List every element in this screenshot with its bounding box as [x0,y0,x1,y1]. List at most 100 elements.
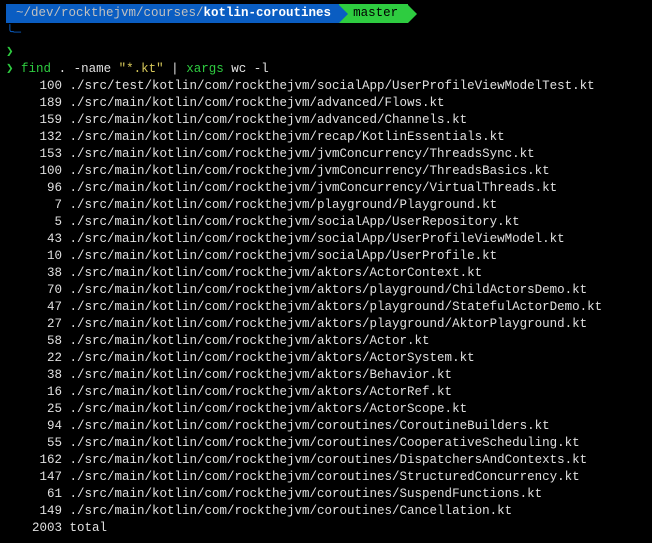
path-current-dir: kotlin-coroutines [204,6,332,20]
path-segment: ~/dev/rockthejvm/courses/kotlin-coroutin… [6,4,339,23]
output-line: 153 ./src/main/kotlin/com/rockthejvm/jvm… [6,146,646,163]
line-count: 70 [6,282,62,299]
line-count: 162 [6,452,62,469]
line-count: 153 [6,146,62,163]
total-count: 2003 [6,520,62,537]
line-count: 100 [6,78,62,95]
output-line: 70 ./src/main/kotlin/com/rockthejvm/akto… [6,282,646,299]
line-count: 5 [6,214,62,231]
file-path: ./src/main/kotlin/com/rockthejvm/aktors/… [62,385,452,399]
file-path: ./src/main/kotlin/com/rockthejvm/advance… [62,113,467,127]
line-count: 94 [6,418,62,435]
output-line: 162 ./src/main/kotlin/com/rockthejvm/cor… [6,452,646,469]
file-path: ./src/main/kotlin/com/rockthejvm/socialA… [62,249,497,263]
pipe-operator: | [171,62,179,76]
file-path: ./src/main/kotlin/com/rockthejvm/recap/K… [62,130,505,144]
line-count: 159 [6,112,62,129]
line-count: 27 [6,316,62,333]
line-count: 55 [6,435,62,452]
output-line: 100 ./src/main/kotlin/com/rockthejvm/jvm… [6,163,646,180]
file-path: ./src/main/kotlin/com/rockthejvm/corouti… [62,419,550,433]
command-flag: -l [254,62,269,76]
file-path: ./src/main/kotlin/com/rockthejvm/jvmConc… [62,181,557,195]
line-count: 7 [6,197,62,214]
output-line: 147 ./src/main/kotlin/com/rockthejvm/cor… [6,469,646,486]
output-line: 16 ./src/main/kotlin/com/rockthejvm/akto… [6,384,646,401]
file-path: ./src/main/kotlin/com/rockthejvm/jvmConc… [62,147,535,161]
line-count: 96 [6,180,62,197]
output-total-line: 2003 total [6,520,646,537]
file-path: ./src/main/kotlin/com/rockthejvm/aktors/… [62,334,430,348]
file-path: ./src/main/kotlin/com/rockthejvm/aktors/… [62,368,452,382]
command-flag: -name [74,62,112,76]
output-line: 47 ./src/main/kotlin/com/rockthejvm/akto… [6,299,646,316]
file-path: ./src/main/kotlin/com/rockthejvm/corouti… [62,436,580,450]
output-line: 7 ./src/main/kotlin/com/rockthejvm/playg… [6,197,646,214]
command-xargs: xargs [186,62,224,76]
file-path: ./src/main/kotlin/com/rockthejvm/corouti… [62,453,587,467]
output-line: 58 ./src/main/kotlin/com/rockthejvm/akto… [6,333,646,350]
output-line: 25 ./src/main/kotlin/com/rockthejvm/akto… [6,401,646,418]
output-line: 5 ./src/main/kotlin/com/rockthejvm/socia… [6,214,646,231]
output-line: 94 ./src/main/kotlin/com/rockthejvm/coro… [6,418,646,435]
prompt-continuation: ╰─ [6,25,646,42]
line-count: 16 [6,384,62,401]
file-path: ./src/main/kotlin/com/rockthejvm/jvmConc… [62,164,550,178]
shell-prompt: ~/dev/rockthejvm/courses/kotlin-coroutin… [6,4,646,23]
line-count: 132 [6,129,62,146]
file-path: ./src/main/kotlin/com/rockthejvm/socialA… [62,232,565,246]
line-count: 189 [6,95,62,112]
output-line: 61 ./src/main/kotlin/com/rockthejvm/coro… [6,486,646,503]
file-path: ./src/main/kotlin/com/rockthejvm/corouti… [62,470,580,484]
powerline-arrow-icon [408,5,417,23]
file-path: ./src/main/kotlin/com/rockthejvm/aktors/… [62,351,475,365]
file-path: ./src/main/kotlin/com/rockthejvm/aktors/… [62,266,482,280]
output-line: 189 ./src/main/kotlin/com/rockthejvm/adv… [6,95,646,112]
command-line[interactable]: ❯ find . -name "*.kt" | xargs wc -l [6,61,646,78]
prompt-char: ❯ [6,62,14,76]
line-count: 147 [6,469,62,486]
output-line: 159 ./src/main/kotlin/com/rockthejvm/adv… [6,112,646,129]
prompt-char: ❯ [6,45,14,59]
command-output: 100 ./src/test/kotlin/com/rockthejvm/soc… [6,78,646,520]
command-wc: wc [231,62,246,76]
command-find: find [21,62,51,76]
powerline-arrow-icon [339,5,348,23]
line-count: 25 [6,401,62,418]
line-count: 43 [6,231,62,248]
output-line: 100 ./src/test/kotlin/com/rockthejvm/soc… [6,78,646,95]
line-count: 61 [6,486,62,503]
git-branch-segment: master [339,4,408,23]
output-line: 96 ./src/main/kotlin/com/rockthejvm/jvmC… [6,180,646,197]
file-path: ./src/main/kotlin/com/rockthejvm/socialA… [62,215,520,229]
line-count: 10 [6,248,62,265]
file-path: ./src/main/kotlin/com/rockthejvm/aktors/… [62,402,467,416]
file-path: ./src/test/kotlin/com/rockthejvm/socialA… [62,79,595,93]
line-count: 149 [6,503,62,520]
line-count: 38 [6,265,62,282]
line-count: 22 [6,350,62,367]
output-line: 38 ./src/main/kotlin/com/rockthejvm/akto… [6,367,646,384]
output-line: 38 ./src/main/kotlin/com/rockthejvm/akto… [6,265,646,282]
file-path: ./src/main/kotlin/com/rockthejvm/advance… [62,96,445,110]
output-line: 43 ./src/main/kotlin/com/rockthejvm/soci… [6,231,646,248]
line-count: 38 [6,367,62,384]
file-path: ./src/main/kotlin/com/rockthejvm/aktors/… [62,300,602,314]
line-count: 58 [6,333,62,350]
output-line: 132 ./src/main/kotlin/com/rockthejvm/rec… [6,129,646,146]
file-path: ./src/main/kotlin/com/rockthejvm/corouti… [62,487,542,501]
path-prefix: ~/dev/rockthejvm/courses/ [16,6,204,20]
empty-prompt-line: ❯ [6,44,646,61]
file-path: ./src/main/kotlin/com/rockthejvm/aktors/… [62,317,587,331]
file-path: ./src/main/kotlin/com/rockthejvm/corouti… [62,504,512,518]
output-line: 55 ./src/main/kotlin/com/rockthejvm/coro… [6,435,646,452]
output-line: 27 ./src/main/kotlin/com/rockthejvm/akto… [6,316,646,333]
output-line: 22 ./src/main/kotlin/com/rockthejvm/akto… [6,350,646,367]
command-string: "*.kt" [119,62,164,76]
file-path: ./src/main/kotlin/com/rockthejvm/playgro… [62,198,497,212]
line-count: 100 [6,163,62,180]
file-path: ./src/main/kotlin/com/rockthejvm/aktors/… [62,283,587,297]
command-arg: . [59,62,67,76]
line-count: 47 [6,299,62,316]
total-label: total [70,521,108,535]
